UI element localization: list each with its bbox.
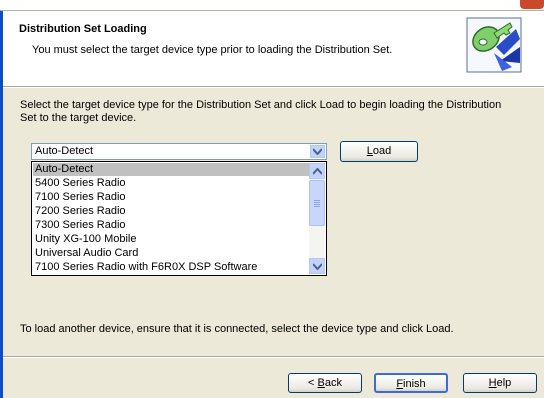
back-button[interactable]: < Back xyxy=(288,373,362,393)
list-item[interactable]: Auto-Detect xyxy=(33,163,309,176)
list-item[interactable]: Universal Audio Card xyxy=(33,247,309,260)
key-icon xyxy=(466,17,522,73)
list-item[interactable]: 5400 Series Radio xyxy=(33,177,309,190)
wizard-title: Distribution Set Loading xyxy=(19,23,147,35)
scroll-up-icon[interactable] xyxy=(309,163,325,179)
help-button[interactable]: Help xyxy=(463,373,537,393)
note-text: To load another device, ensure that it i… xyxy=(20,323,454,335)
list-item[interactable]: 7100 Series Radio xyxy=(33,191,309,204)
instruction-text: Select the target device type for the Di… xyxy=(20,99,502,124)
device-type-selected: Auto-Detect xyxy=(35,145,94,157)
device-type-dropdown-list[interactable]: Auto-Detect 5400 Series Radio 7100 Serie… xyxy=(31,161,327,276)
scroll-down-icon[interactable] xyxy=(309,258,325,274)
chevron-down-icon[interactable] xyxy=(310,145,325,158)
load-button[interactable]: Load xyxy=(340,141,418,162)
header-divider-highlight xyxy=(3,87,544,88)
list-scrollbar[interactable] xyxy=(309,163,325,274)
finish-button[interactable]: Finish xyxy=(374,373,448,393)
footer-divider-highlight xyxy=(3,357,544,358)
wizard-subtitle: You must select the target device type p… xyxy=(32,44,393,56)
device-type-combo[interactable]: Auto-Detect xyxy=(31,143,327,160)
list-item[interactable]: 7100 Series Radio with F6R0X DSP Softwar… xyxy=(33,261,309,274)
close-button-edge[interactable] xyxy=(520,0,544,9)
list-item[interactable]: 7200 Series Radio xyxy=(33,205,309,218)
list-item[interactable]: Unity XG-100 Mobile xyxy=(33,233,309,246)
scrollbar-thumb[interactable] xyxy=(309,180,325,226)
list-item[interactable]: 7300 Series Radio xyxy=(33,219,309,232)
